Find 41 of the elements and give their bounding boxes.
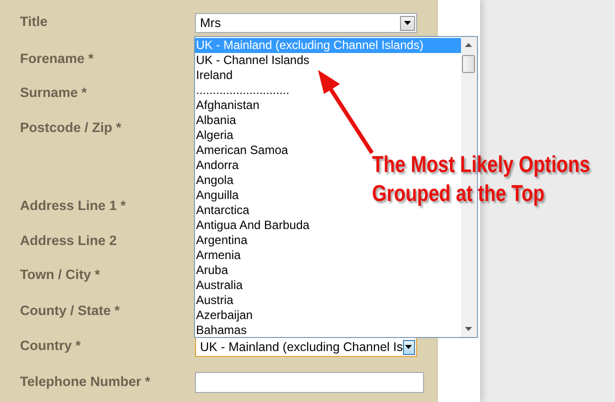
dropdown-option[interactable]: Armenia	[195, 248, 243, 263]
scroll-thumb[interactable]	[462, 55, 475, 73]
dropdown-option[interactable]: ............................	[195, 83, 292, 98]
dropdown-option[interactable]: Argentina	[195, 233, 250, 248]
dropdown-option[interactable]: Angola	[195, 173, 236, 188]
dropdown-option[interactable]: Afghanistan	[195, 98, 262, 113]
dropdown-button[interactable]	[402, 340, 415, 354]
dropdown-option[interactable]: Aruba	[195, 263, 230, 278]
field-label: Telephone Number *	[20, 374, 152, 389]
dropdown-option[interactable]: Ireland	[195, 68, 235, 83]
field-label: Address Line 2	[20, 233, 118, 248]
dropdown-option[interactable]: Bahamas	[195, 323, 249, 338]
dropdown-option[interactable]: Algeria	[195, 128, 236, 143]
annotation-text: Grouped at the Top	[372, 179, 545, 208]
dropdown-option[interactable]: American Samoa	[195, 143, 290, 158]
field-label: Town / City *	[20, 267, 101, 282]
dropdown-field[interactable]: Mrs	[195, 13, 417, 33]
field-label: Country *	[20, 338, 82, 353]
dropdown-option[interactable]: Austria	[195, 293, 236, 308]
annotation-text: The Most Likely Options	[372, 150, 590, 179]
dropdown-button[interactable]	[400, 16, 415, 30]
dropdown-option[interactable]: Andorra	[195, 158, 241, 173]
caret-icon	[405, 345, 412, 349]
input-field[interactable]	[195, 372, 424, 393]
field-label: County / State *	[20, 303, 121, 318]
dropdown-option[interactable]: Albania	[195, 113, 238, 128]
dropdown-option[interactable]: UK - Channel Islands	[195, 53, 312, 68]
field-label: Surname *	[20, 85, 88, 100]
dropdown-field[interactable]: UK - Mainland (excluding Channel Is	[195, 337, 417, 357]
dropdown-option[interactable]: Azerbaijan	[195, 308, 255, 323]
scroll-down-icon[interactable]	[465, 327, 472, 331]
field-label: Title	[20, 14, 49, 29]
caret-icon	[404, 21, 411, 25]
field-label: Forename *	[20, 51, 95, 66]
dropdown-option[interactable]: Antigua And Barbuda	[195, 218, 312, 233]
dropdown-option[interactable]: Anguilla	[195, 188, 241, 203]
field-label: Address Line 1 *	[20, 198, 127, 213]
dropdown-option[interactable]: Antarctica	[195, 203, 252, 218]
dropdown-option[interactable]: Australia	[195, 278, 245, 293]
scroll-up-icon[interactable]	[465, 43, 472, 47]
field-label: Postcode / Zip *	[20, 120, 122, 135]
